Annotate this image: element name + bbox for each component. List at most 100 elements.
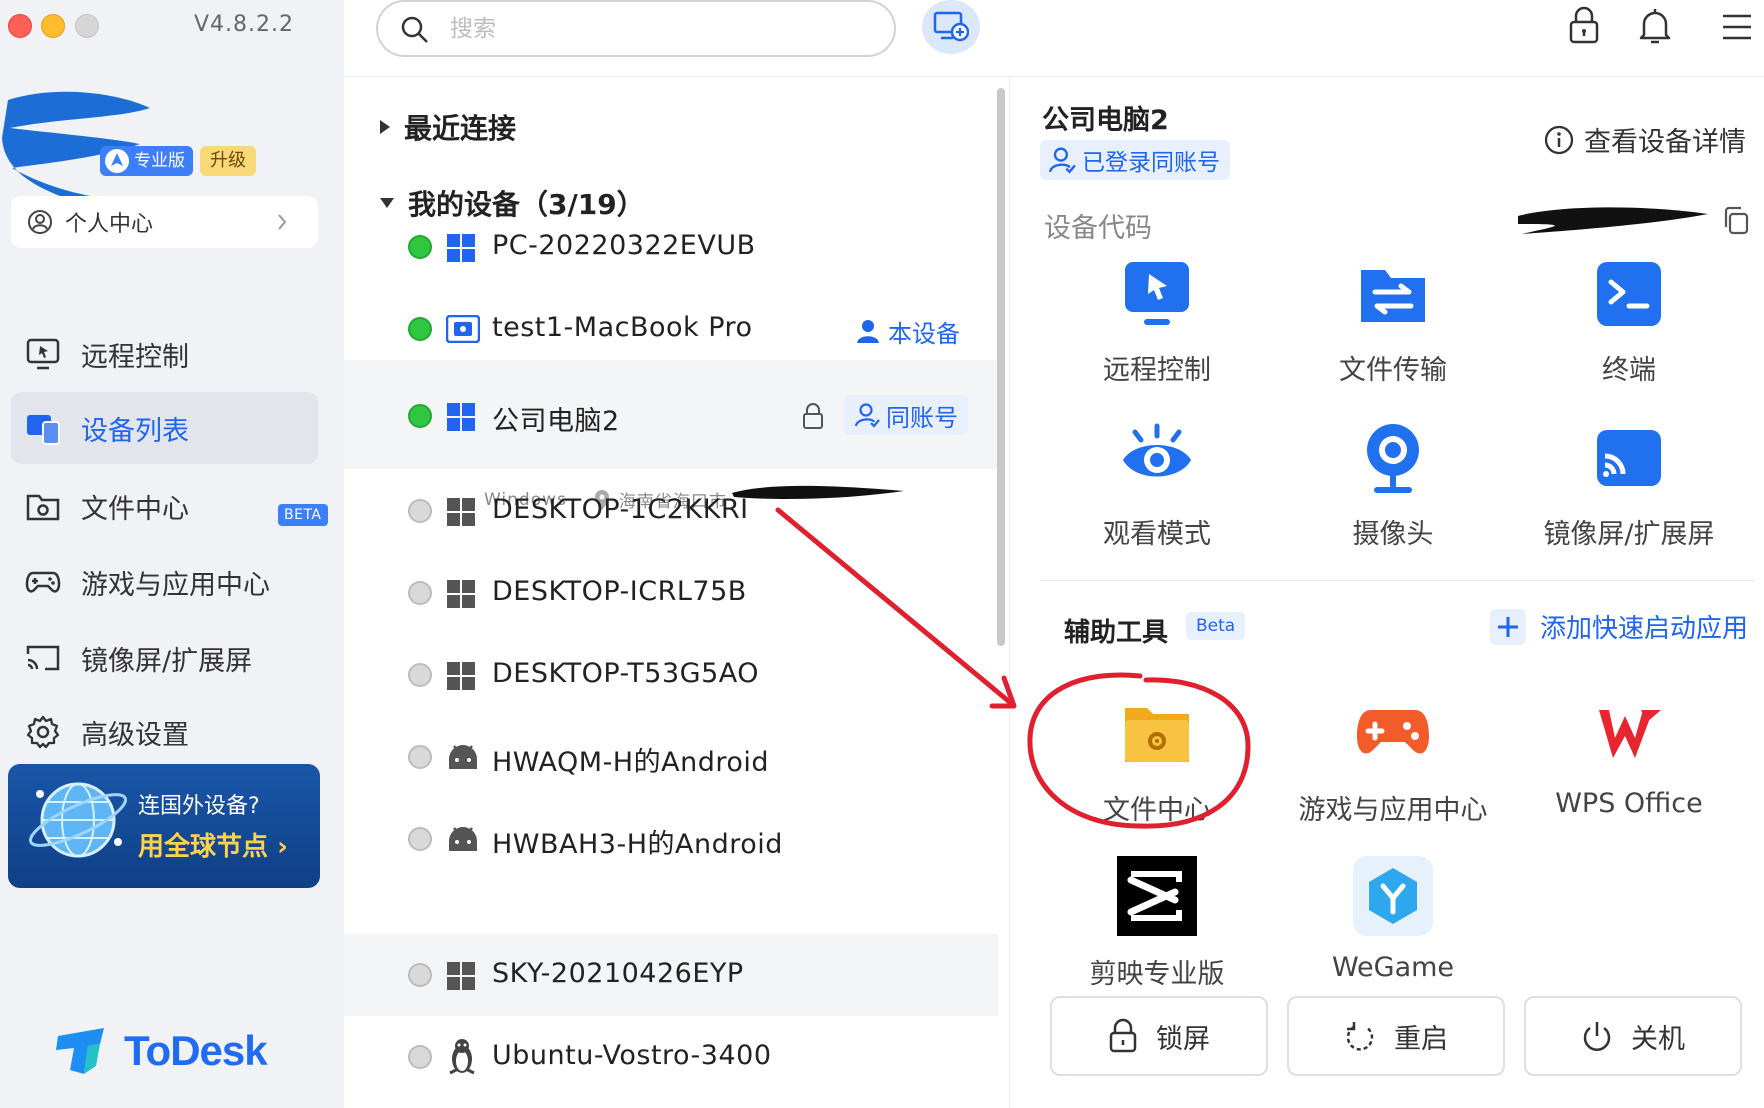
sidebar-item-label: 镜像屏/扩展屏	[81, 645, 253, 677]
copy-icon[interactable]	[1722, 206, 1750, 236]
chevron-right-icon	[278, 214, 287, 230]
device-row-selected[interactable]: 公司电脑2 同账号	[344, 360, 999, 469]
device-row[interactable]: Ubuntu-Vostro-3400	[344, 1016, 999, 1098]
promo-line2[interactable]: 用全球节点 ›	[138, 826, 288, 863]
aux-game-center[interactable]: 游戏与应用中心	[1293, 696, 1493, 827]
user-outline-icon	[854, 403, 880, 428]
android-icon	[449, 745, 477, 769]
annotation-circle	[1027, 672, 1251, 829]
file-transfer-icon	[1361, 270, 1425, 322]
global-node-promo[interactable]: 连国外设备? 用全球节点 ›	[8, 764, 320, 888]
same-account-label: 同账号	[886, 403, 958, 432]
offline-status-dot	[408, 581, 432, 605]
add-device-button[interactable]	[922, 0, 980, 54]
sidebar-item-advanced-settings[interactable]: 高级设置	[11, 696, 318, 768]
offline-status-dot	[408, 827, 432, 851]
device-name: Ubuntu-Vostro-3400	[492, 1040, 772, 1071]
action-terminal[interactable]: 终端	[1529, 256, 1729, 387]
android-icon	[449, 827, 477, 851]
same-account-tag: 同账号	[844, 395, 968, 435]
chevron-right-icon: ›	[277, 832, 288, 862]
online-status-dot	[408, 404, 432, 428]
device-name: DESKTOP-1C2KKRI	[492, 494, 749, 525]
user-icon	[857, 319, 879, 343]
wegame-icon	[1353, 856, 1433, 936]
action-remote-control[interactable]: 远程控制	[1057, 256, 1257, 387]
windows-icon	[447, 962, 475, 990]
restart-icon	[1346, 1022, 1374, 1051]
globe-icon	[29, 782, 127, 858]
sidebar-item-game-center[interactable]: 游戏与应用中心	[11, 546, 318, 618]
info-icon	[1544, 125, 1574, 154]
remote-control-icon	[26, 338, 60, 370]
windows-icon	[447, 498, 475, 526]
mac-icon	[446, 315, 480, 343]
lock-screen-button[interactable]: 锁屏	[1050, 996, 1268, 1076]
menu-icon[interactable]	[1720, 12, 1754, 42]
view-device-details-link[interactable]: 查看设备详情	[1544, 120, 1746, 159]
sidebar-item-device-list[interactable]: 设备列表	[11, 392, 318, 464]
sidebar-item-label: 设备列表	[81, 415, 189, 447]
screen-cast-icon	[1597, 430, 1661, 486]
bell-icon[interactable]	[1638, 6, 1672, 46]
shutdown-label: 关机	[1631, 1023, 1685, 1055]
windows-icon	[447, 662, 475, 690]
power-icon	[1583, 1022, 1611, 1051]
beta-badge: BETA	[278, 504, 328, 526]
eye-icon	[1123, 423, 1191, 477]
sidebar-item-file-center[interactable]: 文件中心	[11, 470, 318, 542]
zoom-window-button[interactable]	[75, 14, 99, 38]
device-row[interactable]: SKY-20210426EYP	[344, 934, 999, 1016]
sidebar: V4.8.2.2 专业版 升级 个人中心 远程控制 设备列表 文件中心 BETA…	[0, 0, 344, 1108]
action-label: 终端	[1602, 355, 1656, 386]
lock-icon[interactable]	[802, 402, 824, 430]
recent-connections-toggle[interactable]: 最近连接	[380, 107, 516, 147]
close-window-button[interactable]	[8, 14, 32, 38]
offline-status-dot	[408, 663, 432, 687]
aux-capcut[interactable]: 剪映专业版	[1057, 856, 1257, 991]
todesk-logo-icon	[56, 1028, 104, 1074]
gamepad-icon	[25, 571, 61, 593]
action-label: 远程控制	[1103, 355, 1211, 386]
sidebar-item-label: 游戏与应用中心	[81, 569, 270, 601]
sidebar-item-label: 高级设置	[81, 719, 189, 751]
aux-wegame[interactable]: WeGame	[1293, 856, 1493, 983]
action-label: 镜像屏/扩展屏	[1543, 519, 1715, 550]
capcut-icon	[1117, 856, 1197, 936]
device-name: 公司电脑2	[492, 406, 620, 437]
device-row[interactable]: test1-MacBook Pro 本设备	[344, 288, 999, 370]
sidebar-item-screen-cast[interactable]: 镜像屏/扩展屏	[11, 622, 318, 694]
device-list-icon	[27, 415, 60, 445]
pro-shield-icon	[105, 149, 129, 173]
restart-button[interactable]: 重启	[1287, 996, 1505, 1076]
redacted-device-code	[1518, 207, 1708, 234]
add-quick-launch-button[interactable]: 添加快速启动应用	[1490, 608, 1748, 645]
device-name: SKY-20210426EYP	[492, 958, 744, 989]
windows-icon	[447, 580, 475, 608]
action-label: 摄像头	[1352, 519, 1434, 550]
upgrade-button[interactable]: 升级	[200, 146, 256, 176]
todesk-logo: ToDesk	[54, 1026, 268, 1076]
redacted-avatar	[2, 91, 150, 196]
app-version: V4.8.2.2	[194, 12, 295, 37]
device-name: DESKTOP-T53G5AO	[492, 658, 759, 689]
minimize-window-button[interactable]	[41, 14, 65, 38]
search-bar[interactable]	[376, 0, 896, 57]
aux-wps-office[interactable]: WPS Office	[1529, 696, 1729, 819]
action-screen-mirror[interactable]: 镜像屏/扩展屏	[1529, 420, 1729, 551]
screen-cast-icon	[26, 645, 60, 671]
personal-center-button[interactable]: 个人中心	[11, 196, 318, 248]
lock-icon[interactable]	[1568, 6, 1600, 46]
linux-icon	[449, 1039, 475, 1075]
logo-text: ToDesk	[124, 1027, 268, 1074]
promo-line1: 连国外设备?	[138, 794, 260, 819]
device-name: test1-MacBook Pro	[492, 312, 753, 343]
action-file-transfer[interactable]: 文件传输	[1293, 256, 1493, 387]
shutdown-button[interactable]: 关机	[1524, 996, 1742, 1076]
personal-center-label: 个人中心	[65, 212, 154, 237]
device-row[interactable]: PC-20220322EVUB	[344, 206, 999, 288]
search-input[interactable]	[450, 12, 850, 46]
action-camera[interactable]: 摄像头	[1293, 420, 1493, 551]
sidebar-item-remote-control[interactable]: 远程控制	[11, 318, 318, 390]
user-circle-icon	[28, 210, 52, 234]
